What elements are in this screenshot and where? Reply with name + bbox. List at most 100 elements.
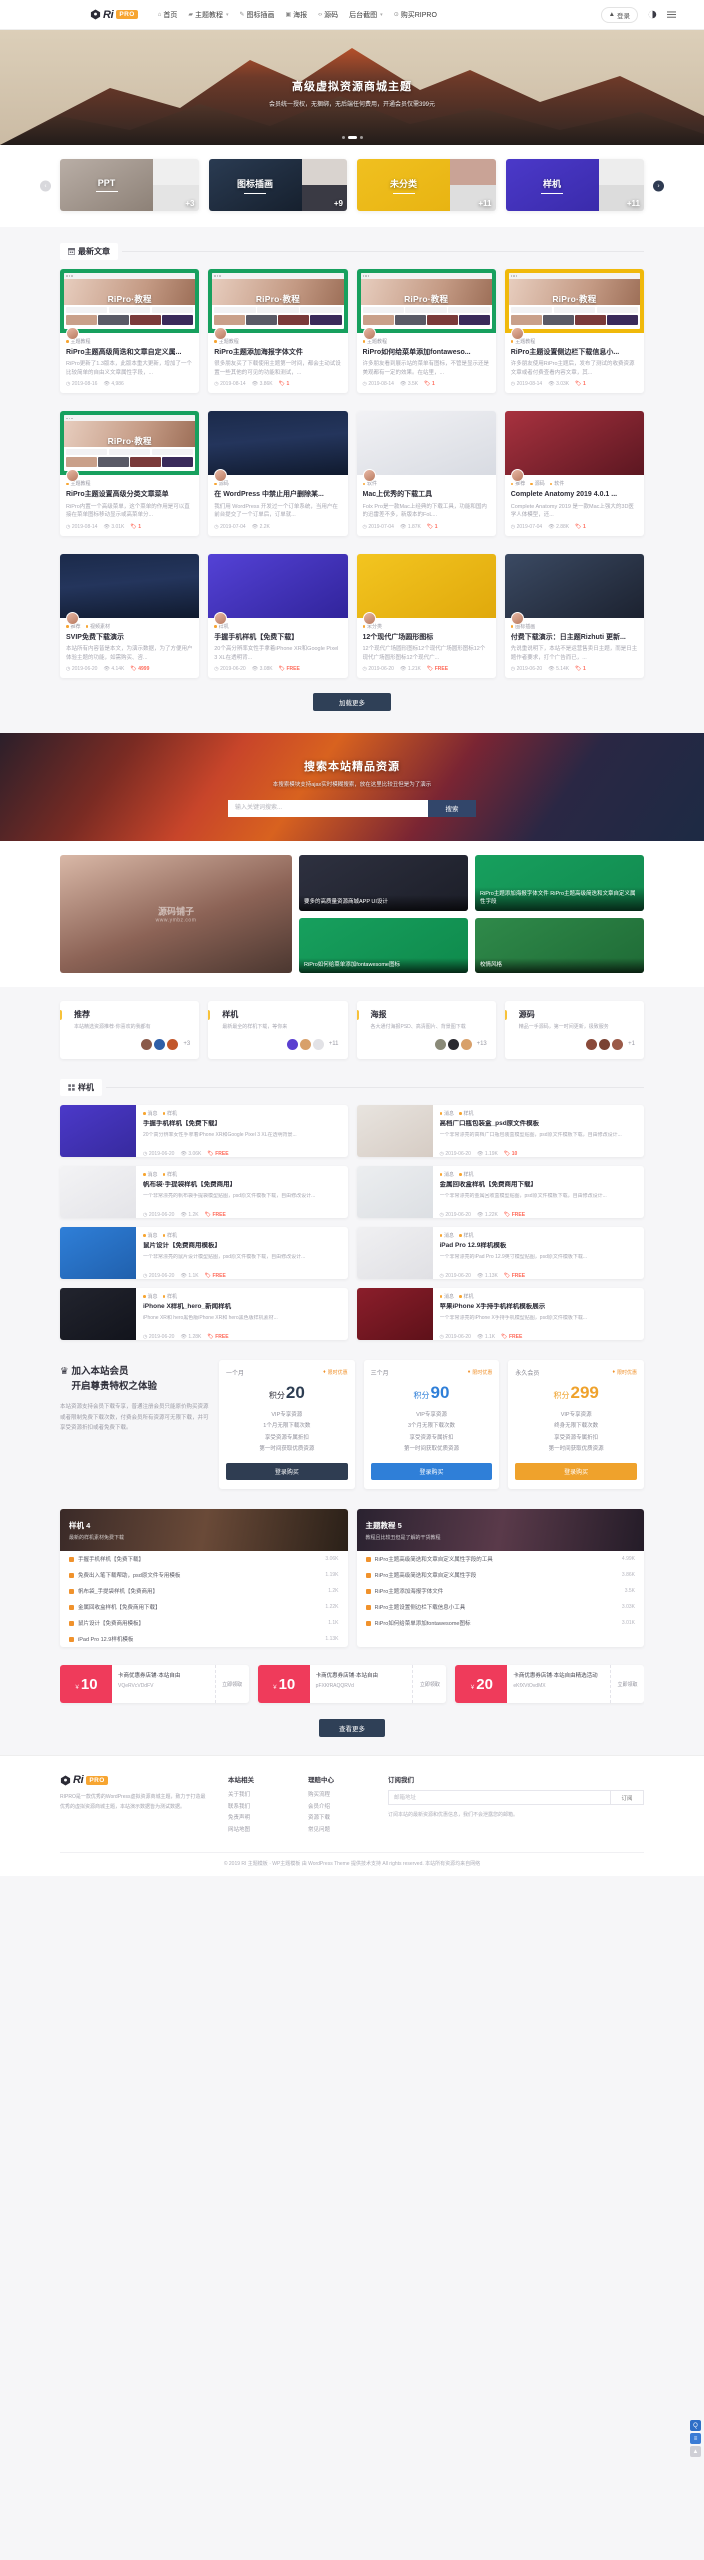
hamburger-menu-icon[interactable] [666,10,676,20]
mosaic-cell[interactable]: RiPro如何给菜单添加fontawesome图标 [299,917,468,974]
category-card[interactable]: 样机 最新最全的样机下载，等你来 +11 [208,1001,348,1059]
nav-item-screenshots[interactable]: 后台截图 ▾ [349,10,383,20]
footer-link[interactable]: 联系我们 [228,1802,290,1814]
footer-logo[interactable]: Ri PRO [60,1774,210,1786]
footer-link[interactable]: 免责声明 [228,1813,290,1825]
post-title[interactable]: Mac上优秀的下载工具 [363,490,490,499]
post-tag[interactable]: 源码 [530,480,545,487]
carousel-next-button[interactable]: › [653,180,664,192]
product-title[interactable]: 苹果iPhone X手持手机样机模板展示 [440,1303,638,1312]
view-more-button[interactable]: 查看更多 [319,1719,385,1737]
product-tag[interactable]: 消息 [440,1171,454,1178]
product-tag[interactable]: 样机 [163,1293,177,1300]
mosaic-feature-large[interactable]: 源码铺子 www.ymbz.com [60,855,292,974]
post-title[interactable]: 付费下载演示：日主题Rizhuti 更新... [511,633,638,642]
product-tag[interactable]: 消息 [143,1293,158,1300]
list-item[interactable]: RiPro主题添加海报字体文件 3.5K [357,1583,645,1599]
list-item[interactable]: 免费出入笔下载帮助，psd原文件专用模板 1.19K [60,1567,348,1583]
product-tag[interactable]: 样机 [459,1171,474,1178]
footer-link[interactable]: 关于我们 [228,1790,290,1802]
product-tag[interactable]: 消息 [143,1171,158,1178]
post-card[interactable]: 未分类 12个现代广场圆形图标 12个现代广场圆形图标12个现代广场圆形图标12个现… [356,553,496,679]
post-title[interactable]: 在 WordPress 中禁止用户删除某... [214,490,341,499]
coupon-card[interactable]: ￥ 20 卡商优惠券店铺·本站自由精选活动 eKfXVtOvdMX 立即领取 [455,1665,644,1703]
hero-slider-dots[interactable] [0,136,704,139]
load-more-button[interactable]: 加载更多 [313,693,391,712]
post-title[interactable]: SVIP免费下载演示 [66,633,193,642]
hero-dot-active[interactable] [347,136,357,139]
product-title[interactable]: 帆布袋·手提袋样机【免费商用】 [143,1181,341,1190]
category-card[interactable]: 推荐 本站精选资源推荐·你喜欢的我都有 +3 [60,1001,200,1059]
post-tag[interactable]: 软件 [550,480,564,487]
post-card[interactable]: 图标插画 付费下载演示：日主题Rizhuti 更新... 先说重说明下，本站不是运营… [504,553,644,679]
carousel-category-card[interactable]: 未分类 +11 [357,159,496,211]
vip-purchase-button[interactable]: 登录购买 [370,1463,493,1480]
post-tag[interactable]: 视频素材 [86,623,110,630]
coupon-card[interactable]: ￥ 10 卡商优惠券店铺·本站自由 pFXKfRAQQRVd 立即领取 [257,1665,447,1703]
subscribe-button[interactable]: 订阅 [610,1790,644,1805]
list-item[interactable]: iPad Pro 12.9样机模板 1.13K [60,1631,348,1647]
nav-item-buy[interactable]: ⊙ 购买RIPRO [394,10,437,20]
product-tag[interactable]: 样机 [163,1171,177,1178]
post-card[interactable]: RiPro·教程 主题教程 RiPro主题高级简迭和文章自定义属... RiPro更新… [60,269,200,394]
carousel-category-card[interactable]: 图标插画 +9 [208,159,347,211]
product-tag[interactable]: 消息 [440,1232,454,1239]
post-card[interactable]: RiPro·教程 主题教程 RiPro主题添加海报字体文件 很多朋友买了下载使用主题第… [208,269,348,394]
nav-item-home[interactable]: ⌂ 首页 [158,10,178,20]
vip-purchase-button[interactable]: 登录购买 [226,1463,348,1480]
post-title[interactable]: RiPro主题添加海报字体文件 [214,348,341,357]
footer-link[interactable]: 购买流程 [308,1790,370,1802]
product-title[interactable]: iPad Pro 12.9样机模板 [440,1242,638,1251]
product-title[interactable]: 高档广口瓶包装盒_psd原文件模板 [440,1120,638,1129]
product-tag[interactable]: 消息 [143,1232,158,1239]
post-card[interactable]: RiPro·教程 主题教程 RiPro主题设置侧边栏下载信息小... 许多朋友使用Ri… [504,269,644,394]
post-title[interactable]: RiPro主题设置侧边栏下载信息小... [511,348,638,357]
category-card[interactable]: 源码 精品一手源码，第一时间更新，极致服务 +1 [504,1001,644,1059]
product-item[interactable]: 消息 样机 高档广口瓶包装盒_psd原文件模板 一个非常漂亮的高档广口瓶包装盒模型贴图… [356,1104,644,1157]
category-card[interactable]: 海报 各大通付海报PSD、高清图片、背景图下载 +13 [356,1001,496,1059]
post-title[interactable]: RiPro主题高级简迭和文章自定义属... [66,348,193,357]
product-title[interactable]: 手握手机样机【免费下载】 [143,1120,341,1129]
mosaic-cell[interactable]: 校情风格 [475,917,644,974]
site-logo[interactable]: Ri PRO [90,9,138,21]
product-tag[interactable]: 样机 [163,1232,177,1239]
mosaic-cell[interactable]: RiPro主题添加海报字体文件 RiPro主题高级简迭和文章自定义属性字段 [475,855,644,911]
list-item[interactable]: RiPro主题设置侧边栏下载信息小工具 3.03K [357,1599,645,1615]
footer-link[interactable]: 资源下载 [308,1813,370,1825]
product-item[interactable]: 消息 样机 手握手机样机【免费下载】 20个高分辨率女性手拿着iPhone XR和Go… [60,1104,348,1157]
search-input[interactable] [228,799,428,817]
nav-item-posters[interactable]: ▣ 海报 [286,10,308,20]
login-button[interactable]: ▲ 登录 [600,6,638,23]
list-item[interactable]: RiPro如何给菜单添加fontawesome图标 3.01K [357,1615,645,1631]
nav-item-icons[interactable]: ✎ 图标插画 [239,10,274,20]
hero-dot[interactable] [341,136,345,139]
product-tag[interactable]: 样机 [459,1110,474,1117]
footer-link[interactable]: 常见问题 [308,1825,370,1837]
subscribe-email-input[interactable] [388,1790,610,1805]
coupon-claim-button[interactable]: 立即领取 [610,1665,644,1703]
nav-item-source[interactable]: ‹› 源码 [318,10,338,20]
post-card[interactable]: 软件 Mac上优秀的下载工具 Folx Pro是一款Mac上经典的下载工具，功能和国… [356,411,496,536]
footer-link[interactable]: 会员介绍 [308,1802,370,1814]
product-title[interactable]: 金属回收盒样机【免费商用下载】 [440,1181,638,1190]
hero-dot[interactable] [359,136,363,139]
product-tag[interactable]: 样机 [163,1110,177,1117]
carousel-prev-button[interactable]: ‹ [40,180,51,192]
carousel-category-card[interactable]: PPT +3 [60,159,199,211]
post-title[interactable]: 12个现代广场圆形图标 [363,633,490,642]
product-tag[interactable]: 消息 [143,1110,158,1117]
coupon-claim-button[interactable]: 立即领取 [214,1665,249,1703]
back-to-top-icon[interactable]: ▲ [690,2446,701,2457]
product-item[interactable]: 消息 样机 鼠片设计【免费商用模板】 一个非常漂亮的鼠片设计模型贴图，psd原文件模板… [60,1226,348,1279]
product-item[interactable]: 消息 样机 苹果iPhone X手持手机样机模板展示 一个非常漂亮的iPhone X手… [356,1287,644,1340]
nav-item-tutorials[interactable]: ▰ 主题教程 ▾ [188,10,228,20]
theme-toggle-icon[interactable] [647,10,657,20]
list-item[interactable]: RiPro主题高级简迭和文章自定义属性字段 3.86K [357,1567,645,1583]
product-item[interactable]: 消息 样机 帆布袋·手提袋样机【免费商用】 一个非常漂亮的帆布袋手提袋模型贴图，psd… [60,1165,348,1218]
product-item[interactable]: 消息 样机 iPad Pro 12.9样机模板 一个非常漂亮的iPad Pro 12.… [356,1226,644,1279]
post-title[interactable]: Complete Anatomy 2019 4.0.1 ... [511,490,638,499]
post-title[interactable]: RiPro如何给菜单添加fontaweso... [363,348,490,357]
post-title[interactable]: RiPro主题设置高级分类文章菜单 [66,490,193,499]
product-tag[interactable]: 消息 [440,1293,454,1300]
product-item[interactable]: 消息 样机 金属回收盒样机【免费商用下载】 一个非常漂亮的金属回收盒模型贴图，psd原… [356,1165,644,1218]
